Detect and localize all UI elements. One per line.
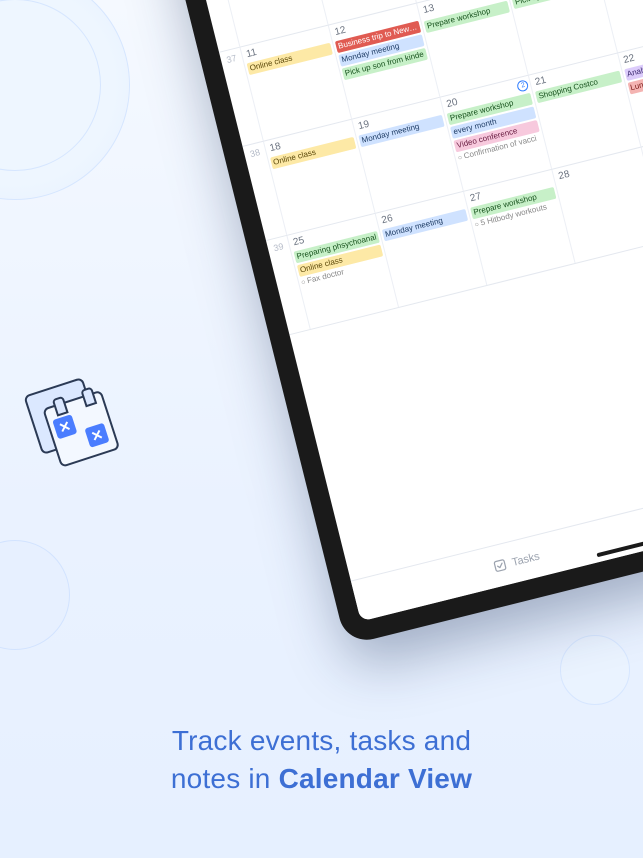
day-number: 25 (290, 234, 308, 250)
checkbox-icon (491, 557, 509, 575)
tagline-line1: Track events, tasks and (172, 725, 471, 756)
event-pill[interactable]: Pick up son from kinde (512, 0, 598, 9)
day-number: 13 (420, 1, 438, 17)
calendar-illustration-icon: ✕ ✕ (23, 368, 136, 481)
day-number: 22 (620, 51, 638, 67)
tagline-line2-bold: Calendar View (279, 763, 473, 794)
app-screen: 3528364Online class5Monday meetingPick u… (172, 0, 643, 621)
event-pill[interactable]: Lunch with team (604, 0, 643, 1)
day-number: 18 (266, 139, 284, 155)
day-number: 28 (555, 167, 573, 183)
nav-tasks-label: Tasks (511, 550, 541, 568)
day-number: 19 (355, 117, 373, 133)
decorative-circle-left (0, 540, 70, 650)
decorative-circle-top (0, 0, 130, 200)
day-number: 27 (467, 189, 485, 205)
tablet-device: 3528364Online class5Monday meetingPick u… (148, 0, 643, 646)
reminder-ring-icon: 2 (516, 79, 529, 92)
tagline: Track events, tasks and notes in Calenda… (0, 722, 643, 798)
day-number: 11 (243, 45, 260, 61)
day-number: 20 (443, 95, 461, 111)
day-number: 12 (331, 23, 349, 39)
day-number: 21 (532, 73, 550, 89)
tagline-line2-prefix: notes in (171, 763, 279, 794)
day-number: 26 (378, 211, 396, 227)
decorative-circle-right (560, 635, 630, 705)
calendar-grid[interactable]: 3528364Online class5Monday meetingPick u… (172, 0, 643, 581)
